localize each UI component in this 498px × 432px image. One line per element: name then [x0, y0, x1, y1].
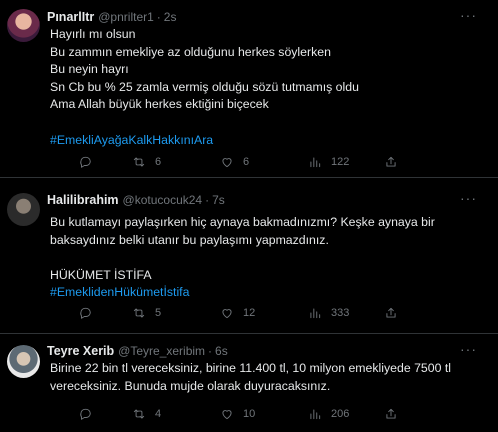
- hashtag-link[interactable]: #EmekliAyağaKalkHakkınıAra: [50, 132, 480, 150]
- tweet-line: baksaydınız belki utanır bu paylaşımı ya…: [50, 232, 329, 247]
- avatar[interactable]: [7, 345, 40, 378]
- reply-icon: [80, 408, 91, 420]
- retweet-count: 4: [155, 408, 162, 420]
- retweet-icon: [133, 157, 145, 167]
- heart-icon: [222, 410, 232, 420]
- timestamp[interactable]: 6s: [215, 344, 228, 358]
- views-icon: [310, 157, 321, 168]
- tweet-line: Bu kutlamayı paylaşırken hiç aynaya bakm…: [50, 215, 435, 229]
- tweet-line: Birine 22 bin tl vereceksiniz, birine 11…: [50, 361, 451, 375]
- retweet-button[interactable]: 4: [132, 406, 161, 422]
- views-count: 333: [331, 307, 350, 319]
- like-button[interactable]: 6: [220, 154, 249, 170]
- like-button[interactable]: 12: [220, 305, 255, 321]
- views-count: 206: [331, 408, 350, 420]
- avatar[interactable]: [7, 193, 40, 226]
- retweet-count: 5: [155, 307, 162, 319]
- share-button[interactable]: [384, 154, 398, 170]
- tweet-line: Ama Allah büyük herkes ektiğini biçecek: [50, 97, 269, 112]
- views-button[interactable]: 206: [308, 406, 349, 422]
- reply-button[interactable]: [78, 305, 92, 321]
- user-handle[interactable]: @pnrilter1: [98, 10, 154, 24]
- like-count: 6: [243, 156, 250, 168]
- tweet-line: vereceksiniz. Bunuda mujde olarak duyura…: [50, 378, 331, 393]
- reply-button[interactable]: [78, 154, 92, 170]
- reply-icon: [80, 307, 91, 319]
- display-name[interactable]: PınarlItr: [47, 10, 94, 24]
- more-horizontal-icon[interactable]: ···: [460, 191, 476, 208]
- timeline-feed: PınarlItr @pnrilter1 · 2s ··· Hayırlı mı…: [0, 0, 498, 432]
- tweet-actions: 4 10 206: [50, 406, 458, 422]
- display-name[interactable]: Teyre Xerib: [47, 344, 114, 358]
- retweet-button[interactable]: 6: [132, 154, 161, 170]
- separator-dot: ·: [205, 193, 210, 207]
- retweet-icon: [133, 409, 145, 419]
- reply-icon: [80, 156, 91, 168]
- avatar[interactable]: [7, 9, 40, 42]
- timestamp[interactable]: 7s: [212, 193, 225, 207]
- tweet-text: Bu kutlamayı paylaşırken hiç aynaya bakm…: [50, 214, 480, 302]
- share-button[interactable]: [384, 406, 398, 422]
- tweet-header: PınarlItr @pnrilter1 · 2s: [47, 10, 458, 26]
- share-icon: [386, 408, 396, 419]
- tweet-header: Halilibrahim @kotucocuk24 · 7s: [47, 193, 458, 209]
- user-handle[interactable]: @Teyre_xeribim: [118, 344, 205, 358]
- share-icon: [386, 307, 396, 318]
- retweet-icon: [133, 308, 145, 318]
- tweet-actions: 6 6 122: [50, 154, 458, 170]
- heart-icon: [222, 309, 232, 319]
- views-icon: [310, 409, 321, 420]
- views-count: 122: [331, 156, 350, 168]
- tweet[interactable]: PınarlItr @pnrilter1 · 2s ··· Hayırlı mı…: [0, 0, 498, 178]
- tweet[interactable]: Halilibrahim @kotucocuk24 · 7s ··· Bu ku…: [0, 178, 498, 334]
- views-button[interactable]: 333: [308, 305, 349, 321]
- like-count: 10: [243, 408, 256, 420]
- retweet-count: 6: [155, 156, 162, 168]
- tweet-line: HÜKÜMET İSTİFA: [50, 267, 152, 282]
- share-icon: [386, 156, 396, 167]
- display-name[interactable]: Halilibrahim: [47, 193, 119, 207]
- tweet-line: Hayırlı mı olsun: [50, 27, 136, 41]
- share-button[interactable]: [384, 305, 398, 321]
- tweet-header: Teyre Xerib @Teyre_xeribim · 6s: [47, 344, 458, 360]
- tweet-line: Bu zammın emekliye az olduğunu herkes sö…: [50, 44, 331, 59]
- separator-dot: ·: [208, 344, 213, 358]
- tweet-text: Birine 22 bin tl vereceksiniz, birine 11…: [50, 360, 480, 395]
- views-button[interactable]: 122: [308, 154, 349, 170]
- views-icon: [310, 308, 321, 319]
- like-count: 12: [243, 307, 256, 319]
- reply-button[interactable]: [78, 406, 92, 422]
- timestamp[interactable]: 2s: [164, 10, 177, 24]
- tweet-line: Sn Cb bu % 25 zamla vermiş olduğu sözü t…: [50, 79, 359, 94]
- retweet-button[interactable]: 5: [132, 305, 161, 321]
- tweet-actions: 5 12 333: [50, 305, 458, 321]
- more-horizontal-icon[interactable]: ···: [460, 8, 476, 25]
- separator-dot: ·: [156, 10, 161, 24]
- tweet-text: Hayırlı mı olsun Bu zammın emekliye az o…: [50, 26, 480, 149]
- tweet[interactable]: Teyre Xerib @Teyre_xeribim · 6s ··· Biri…: [0, 334, 498, 432]
- more-horizontal-icon[interactable]: ···: [460, 342, 476, 359]
- tweet-line: Bu neyin hayrı: [50, 62, 129, 77]
- heart-icon: [222, 158, 232, 168]
- like-button[interactable]: 10: [220, 406, 255, 422]
- user-handle[interactable]: @kotucocuk24: [123, 193, 203, 207]
- hashtag-link[interactable]: #EmeklidenHükümetİstifa: [50, 284, 480, 302]
